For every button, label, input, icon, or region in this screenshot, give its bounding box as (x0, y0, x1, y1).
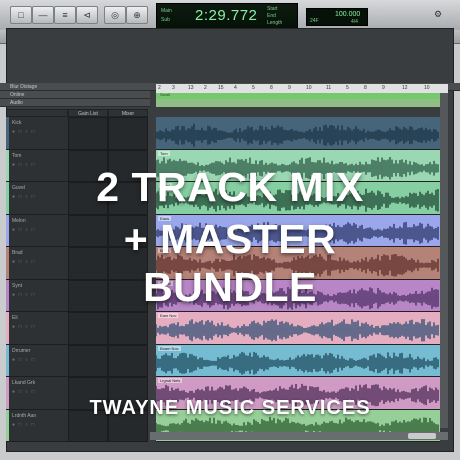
gain-list-header[interactable]: Gain List (68, 109, 108, 117)
counter-sub-label: Sub (161, 17, 170, 23)
counter-time: 2:29.772 (195, 7, 258, 24)
track-buttons[interactable]: ● □ ○ □ (12, 129, 35, 135)
loop-button[interactable]: ◎ (104, 6, 126, 24)
track-list-header (6, 109, 68, 117)
mixer-header[interactable]: Mixer (108, 109, 148, 117)
insert-slot[interactable] (68, 117, 108, 150)
tempo-display[interactable]: 24F 100.000 4/4 (306, 8, 368, 26)
audio-clip[interactable] (156, 117, 440, 150)
track-color-chip (6, 344, 9, 376)
tempo-value: 100.000 (335, 11, 361, 18)
ruler-tick: 5 (346, 85, 349, 91)
promo-footer: TWAYNE MUSIC SERVICES (89, 397, 371, 419)
ruler-tick: 11 (326, 85, 332, 91)
audio-clip[interactable]: Boam Noc (156, 344, 440, 377)
main-counter[interactable]: Main Sub 2:29.772 Start End Length (156, 3, 298, 29)
ruler-tick: 2 (204, 85, 207, 91)
track-name[interactable]: Lkand Grk (12, 380, 35, 386)
track-header[interactable]: Drrumer ● □ ○ □ (6, 344, 68, 377)
waveform (156, 123, 439, 147)
insert-slot[interactable] (68, 312, 108, 345)
ruler-tick: 2 (158, 85, 161, 91)
waveform (156, 351, 439, 375)
window-button[interactable]: □ (10, 6, 32, 24)
clip-name: Eam Noc (158, 313, 179, 318)
clip-name: Tom (158, 150, 170, 156)
ruler-tick: 3 (172, 85, 175, 91)
audio-header[interactable]: Audio (0, 99, 150, 107)
transport-toolbar: □ — ≡ ⊲ ◎ ⊕ Main Sub 2:29.772 Start End … (0, 0, 460, 31)
clip-name: Boam Noc (158, 345, 181, 351)
track-buttons[interactable]: ● □ ○ □ (12, 389, 35, 395)
ruler-tick: 12 (402, 85, 408, 91)
marker-ruler-lower (156, 99, 448, 107)
waveform-path (156, 351, 439, 375)
insert-slot[interactable] (68, 344, 108, 377)
track-name[interactable]: Eli (12, 315, 18, 321)
ruler-tick: 4 (234, 85, 237, 91)
ruler-tick: 9 (382, 85, 385, 91)
track-header[interactable]: Eli ● □ ○ □ (6, 312, 68, 345)
track-color-chip (6, 117, 9, 149)
online-header[interactable]: Online (0, 91, 150, 99)
horizontal-scroll-thumb[interactable] (408, 433, 436, 439)
track-buttons[interactable]: ● □ ○ □ (12, 357, 35, 363)
ruler-tick: 8 (270, 85, 273, 91)
clip-name: Lrgnal Nels (158, 378, 183, 383)
counter-main-label: Main (161, 8, 172, 14)
promo-title-line-2: + MASTER (123, 216, 337, 262)
track-name[interactable]: Drrumer (12, 348, 30, 354)
insert-slot[interactable] (108, 312, 148, 345)
horizontal-scrollbar[interactable] (150, 432, 448, 440)
promo-title-line-1: 2 TRACK MIX (96, 164, 364, 210)
track-name[interactable]: Kick (12, 120, 21, 126)
list-button[interactable]: ≡ (54, 6, 76, 24)
waveform-path (156, 319, 439, 342)
counter-start-label: Start (267, 6, 278, 12)
ruler-tick: 10 (424, 85, 430, 91)
track-buttons[interactable]: ● □ ○ □ (12, 422, 35, 428)
marker-label: Scroll (160, 92, 171, 97)
promo-title-line-3: BUNDLE (143, 264, 317, 310)
ruler-tick: 8 (364, 85, 367, 91)
add-button[interactable]: ⊕ (126, 6, 148, 24)
timeline-ruler[interactable]: 2 3 13 2 15 4 5 8 9 10 11 5 8 9 12 10 (156, 84, 448, 93)
track-color-chip (6, 312, 9, 344)
waveform-path (156, 123, 439, 147)
track-name[interactable]: Tom (12, 153, 21, 159)
insert-slot[interactable] (108, 344, 148, 377)
ruler-tick: 10 (306, 85, 312, 91)
counter-length-label: Length (267, 20, 283, 26)
ruler-tick: 5 (252, 85, 255, 91)
tempo-signature: 4/4 (351, 19, 358, 25)
audio-clip[interactable]: Eam Noc (156, 312, 440, 345)
ruler-tick: 13 (188, 85, 194, 91)
rewind-button[interactable]: ⊲ (76, 6, 98, 24)
tempo-meter: 24F (310, 18, 319, 24)
ruler-tick: 15 (218, 85, 224, 91)
track-buttons[interactable]: ● □ ○ □ (12, 324, 35, 330)
track-header[interactable]: Kick ● □ ○ □ (6, 117, 68, 150)
counter-end-label: End (267, 13, 276, 19)
waveform (156, 319, 439, 342)
minimize-button[interactable]: — (32, 6, 54, 24)
ruler-tick: 9 (288, 85, 291, 91)
settings-icon[interactable]: ⚙ (432, 6, 444, 22)
insert-slot[interactable] (108, 117, 148, 150)
